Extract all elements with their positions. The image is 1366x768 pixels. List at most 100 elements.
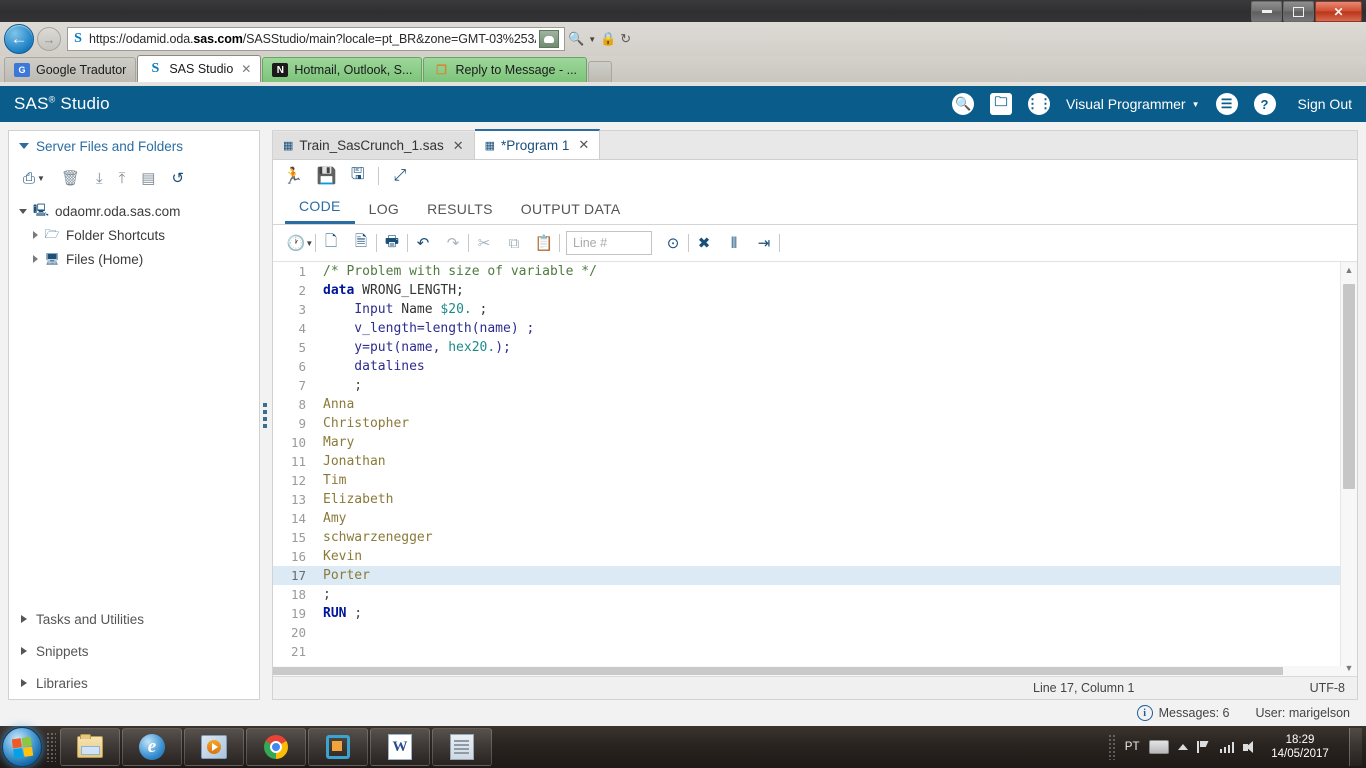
goto-line-icon[interactable]: ⊙ <box>658 234 688 252</box>
search-icon[interactable]: 🔍 <box>568 31 584 47</box>
line-number-input[interactable]: Line # <box>566 231 652 255</box>
code-line[interactable]: 17 Porter <box>273 566 1357 585</box>
show-desktop-button[interactable] <box>1349 728 1362 766</box>
code-line[interactable]: 13 Elizabeth <box>273 490 1357 509</box>
code-line[interactable]: 9 Christopher <box>273 414 1357 433</box>
panel-splitter[interactable] <box>260 130 270 700</box>
sas-file-icon[interactable]: 🗎 <box>346 231 376 256</box>
new-icon[interactable]: ⎙ ▼ <box>23 170 45 187</box>
code-line[interactable]: 19 RUN ; <box>273 604 1357 623</box>
keyboard-icon[interactable] <box>1148 740 1169 754</box>
copy-icon[interactable]: ⧉ <box>499 235 529 252</box>
taskbar-google-chrome[interactable] <box>246 728 306 766</box>
server-files-section-header[interactable]: Server Files and Folders <box>9 131 259 161</box>
code-line[interactable]: 15 schwarzenegger <box>273 528 1357 547</box>
sidebar-item-snippets[interactable]: Snippets <box>9 635 259 667</box>
refresh-icon[interactable]: ↻ <box>620 31 631 47</box>
document-tab-program-1[interactable]: ▦ *Program 1 ✕ <box>474 129 601 159</box>
upload-icon[interactable]: ⤒ <box>119 170 126 187</box>
redo-icon[interactable]: ↷ <box>438 234 468 252</box>
search-dropdown-icon[interactable]: ▼ <box>588 35 596 44</box>
chevron-right-icon[interactable] <box>33 255 38 263</box>
taskbar-vmware[interactable] <box>308 728 368 766</box>
tree-node-files-home[interactable]: 🖥 Files (Home) <box>19 247 259 271</box>
code-line[interactable]: 2 data WRONG_LENGTH; <box>273 281 1357 300</box>
mode-selector[interactable]: Visual Programmer ▼ <box>1066 96 1199 112</box>
undo-icon[interactable]: ↶ <box>408 234 438 252</box>
scrollbar-thumb[interactable] <box>1343 284 1355 489</box>
code-line[interactable]: 20 <box>273 623 1357 642</box>
address-bar[interactable]: S https://odamid.oda.sas.com/SASStudio/m… <box>67 27 565 51</box>
tree-node-server[interactable]: 🖳 odaomr.oda.sas.com <box>19 199 259 223</box>
chevron-down-icon[interactable] <box>19 208 27 214</box>
code-line[interactable]: 3 Input Name $20. ; <box>273 300 1357 319</box>
save-icon[interactable]: 💾 <box>317 166 337 186</box>
sign-out-button[interactable]: Sign Out <box>1298 96 1352 112</box>
maximize-view-icon[interactable]: ⤢ <box>393 167 406 185</box>
code-line[interactable]: 7 ; <box>273 376 1357 395</box>
browser-tab-hotmail[interactable]: N Hotmail, Outlook, S... <box>262 57 423 82</box>
code-line[interactable]: 5 y=put(name, hex20.); <box>273 338 1357 357</box>
language-indicator[interactable]: PT <box>1125 741 1140 753</box>
local-file-icon[interactable]: 🗋 <box>316 231 346 256</box>
action-center-icon[interactable] <box>1196 741 1211 753</box>
volume-icon[interactable] <box>1243 740 1257 754</box>
code-line[interactable]: 18; <box>273 585 1357 604</box>
compatibility-view-icon[interactable] <box>539 30 559 48</box>
taskbar-internet-explorer[interactable]: e <box>122 728 182 766</box>
forward-button[interactable]: → <box>37 27 61 51</box>
taskbar-microsoft-word[interactable]: W <box>370 728 430 766</box>
browser-tab-reply-to-message[interactable]: ❐ Reply to Message - ... <box>423 57 588 82</box>
save-as-icon[interactable]: 🖫 <box>351 163 365 190</box>
run-icon[interactable]: 🏃 <box>283 166 303 186</box>
taskbar-windows-media-player[interactable] <box>184 728 244 766</box>
properties-icon[interactable]: ▤ <box>141 169 155 187</box>
code-editor[interactable]: 1 /* Problem with size of variable */ 2 dat… <box>273 262 1357 676</box>
chevron-right-icon[interactable] <box>33 231 38 239</box>
taskbar-windows-explorer[interactable] <box>60 728 120 766</box>
tab-code[interactable]: CODE <box>285 191 355 224</box>
editor-horizontal-scrollbar[interactable] <box>273 666 1341 676</box>
browser-tab-sas-studio[interactable]: S SAS Studio ✕ <box>137 55 262 82</box>
tab-output-data[interactable]: OUTPUT DATA <box>507 194 635 224</box>
close-icon[interactable]: ✕ <box>453 138 464 154</box>
code-line[interactable]: 1 /* Problem with size of variable */ <box>273 262 1357 281</box>
code-line[interactable]: 4 v_length=length(name) ; <box>273 319 1357 338</box>
tab-log[interactable]: LOG <box>355 194 413 224</box>
more-apps-icon[interactable]: ⋮⋮ <box>1026 93 1052 115</box>
clock[interactable]: 18:29 14/05/2017 <box>1266 733 1334 761</box>
code-line[interactable]: 12 Tim <box>273 471 1357 490</box>
new-tab-button[interactable] <box>588 61 613 82</box>
tab-results[interactable]: RESULTS <box>413 194 507 224</box>
code-line[interactable]: 11 Jonathan <box>273 452 1357 471</box>
code-line[interactable]: 8 Anna <box>273 395 1357 414</box>
search-icon[interactable]: 🔍 <box>952 93 975 115</box>
show-hidden-icon[interactable] <box>1177 744 1188 750</box>
messages-status[interactable]: i Messages: 6 <box>1136 705 1230 721</box>
editor-vertical-scrollbar[interactable]: ▲ ▼ <box>1340 262 1357 676</box>
restore-button[interactable] <box>1283 1 1314 22</box>
open-folder-icon[interactable]: 🗀 <box>990 93 1013 115</box>
tree-node-folder-shortcuts[interactable]: 🗁 Folder Shortcuts <box>19 223 259 247</box>
format-code-icon[interactable]: ⫴ <box>719 235 749 252</box>
sidebar-item-tasks-and-utilities[interactable]: Tasks and Utilities <box>9 603 259 635</box>
print-icon[interactable]: 🖶 <box>377 231 407 256</box>
network-icon[interactable] <box>1219 741 1234 753</box>
delete-icon[interactable]: 🗑 <box>61 169 80 187</box>
close-icon[interactable]: ✕ <box>578 137 589 153</box>
code-line[interactable]: 6 datalines <box>273 357 1357 376</box>
document-tab-train-sascrunch[interactable]: ▦ Train_SasCrunch_1.sas ✕ <box>273 132 475 159</box>
code-line[interactable]: 10 Mary <box>273 433 1357 452</box>
scroll-up-icon[interactable]: ▲ <box>1341 262 1357 278</box>
close-tab-icon[interactable]: ✕ <box>241 62 251 76</box>
paste-icon[interactable]: 📋 <box>529 234 559 252</box>
code-line[interactable]: 14 Amy <box>273 509 1357 528</box>
indent-icon[interactable]: ⇥ <box>749 234 779 252</box>
back-button[interactable]: ← <box>4 24 34 54</box>
close-button[interactable]: ✕ <box>1315 1 1362 22</box>
code-line[interactable]: 21 <box>273 642 1357 661</box>
code-editor-content[interactable]: 1 /* Problem with size of variable */ 2 dat… <box>273 262 1357 676</box>
code-line[interactable]: 16 Kevin <box>273 547 1357 566</box>
scroll-down-icon[interactable]: ▼ <box>1341 660 1357 676</box>
taskbar-notepad[interactable] <box>432 728 492 766</box>
